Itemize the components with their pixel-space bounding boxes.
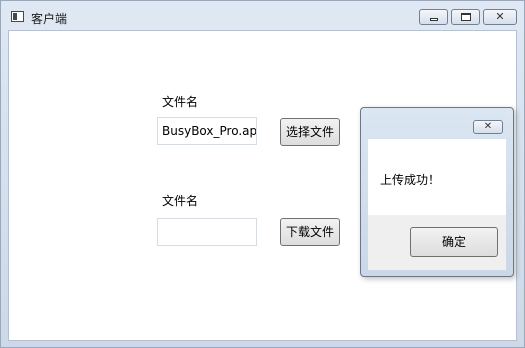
minimize-icon (430, 18, 438, 21)
maximize-button[interactable] (451, 9, 480, 25)
dialog-message: 上传成功！ (380, 173, 441, 187)
close-icon: ✕ (483, 121, 493, 132)
dialog-footer: 确定 (368, 215, 506, 270)
close-button[interactable]: ✕ (483, 9, 517, 25)
minimize-button[interactable] (419, 9, 448, 25)
download-filename-field[interactable] (157, 218, 257, 246)
ok-button[interactable]: 确定 (410, 227, 498, 257)
dialog-body: 上传成功！ (368, 139, 506, 215)
upload-filename-field[interactable]: BusyBox_Pro.apk (157, 117, 257, 145)
app-window-icon (11, 11, 24, 22)
maximize-icon (461, 13, 471, 21)
choose-file-button[interactable]: 选择文件 (280, 118, 340, 146)
dialog-close-button[interactable]: ✕ (473, 120, 503, 134)
title-bar[interactable]: 客户端 ✕ (1, 1, 524, 31)
close-icon: ✕ (495, 10, 505, 23)
upload-filename-label: 文件名 (162, 95, 199, 109)
window-title: 客户端 (31, 12, 68, 26)
download-filename-label: 文件名 (162, 194, 199, 208)
upload-success-dialog: ✕ 上传成功！ 确定 (360, 107, 514, 277)
download-file-button[interactable]: 下载文件 (280, 218, 340, 246)
